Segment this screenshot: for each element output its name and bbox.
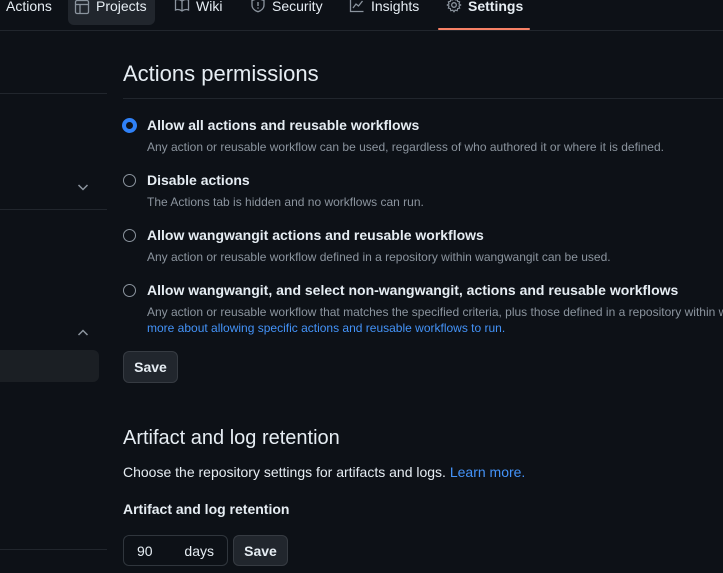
tab-insights-label: Insights: [371, 0, 420, 14]
radio-title: Allow wangwangit actions and reusable wo…: [147, 227, 484, 243]
tab-insights[interactable]: Insights: [349, 0, 419, 30]
tab-actions[interactable]: Actions: [6, 0, 52, 30]
table-icon: [74, 0, 90, 15]
radio-button[interactable]: [123, 284, 136, 297]
chevron-down-icon[interactable]: [76, 180, 90, 194]
tab-projects[interactable]: Projects: [68, 0, 155, 25]
sidebar-divider: [0, 549, 107, 550]
radio-description: Any action or reusable workflow defined …: [147, 250, 611, 264]
radio-button[interactable]: [123, 229, 136, 242]
chevron-up-icon[interactable]: [76, 326, 90, 340]
radio-allow-owner[interactable]: Allow wangwangit actions and reusable wo…: [123, 227, 723, 267]
radio-title: Allow all actions and reusable workflows: [147, 117, 420, 133]
save-retention-button[interactable]: Save: [233, 535, 288, 566]
tab-wiki[interactable]: Wiki: [174, 0, 222, 30]
repo-nav: Actions Projects Wiki Security Insights …: [0, 0, 723, 31]
gear-icon: [446, 0, 462, 13]
sidebar-item-selected[interactable]: [0, 350, 99, 382]
book-icon: [174, 0, 190, 12]
graph-icon: [349, 0, 364, 13]
tab-security-label: Security: [272, 0, 323, 14]
radio-disable-actions[interactable]: Disable actions The Actions tab is hidde…: [123, 172, 723, 212]
radio-allow-all[interactable]: Allow all actions and reusable workflows…: [122, 117, 723, 157]
sidebar-divider: [0, 93, 107, 94]
radio-description: The Actions tab is hidden and no workflo…: [147, 195, 424, 209]
retention-days-value[interactable]: 90: [137, 543, 153, 559]
tab-actions-label: Actions: [6, 0, 52, 14]
retention-days-unit: days: [184, 543, 214, 559]
retention-field-label: Artifact and log retention: [123, 501, 290, 517]
retention-heading: Artifact and log retention: [123, 427, 340, 449]
tab-projects-label: Projects: [96, 0, 147, 14]
heading-divider: [123, 98, 723, 99]
learn-more-link[interactable]: more about allowing specific actions and…: [147, 321, 505, 335]
selected-tab-indicator: [438, 28, 530, 30]
radio-title: Disable actions: [147, 172, 250, 188]
tab-settings-label: Settings: [468, 0, 524, 14]
radio-description: Any action or reusable workflow that mat…: [147, 305, 723, 319]
radio-button-checked[interactable]: [122, 118, 137, 133]
tab-settings[interactable]: Settings: [446, 0, 523, 30]
sidebar-divider: [0, 209, 107, 210]
save-permissions-button[interactable]: Save: [123, 351, 178, 383]
retention-days-input[interactable]: 90 days: [123, 535, 228, 566]
learn-more-link[interactable]: Learn more.: [450, 464, 525, 480]
tab-security[interactable]: Security: [250, 0, 323, 30]
permissions-heading: Actions permissions: [123, 61, 319, 86]
retention-description-text: Choose the repository settings for artif…: [123, 464, 446, 480]
radio-title: Allow wangwangit, and select non-wangwan…: [147, 282, 679, 298]
radio-allow-select[interactable]: Allow wangwangit, and select non-wangwan…: [123, 282, 723, 338]
radio-description: Any action or reusable workflow can be u…: [147, 140, 664, 154]
shield-icon: [251, 0, 265, 13]
tab-wiki-label: Wiki: [196, 0, 223, 14]
retention-description: Choose the repository settings for artif…: [123, 464, 525, 480]
radio-button[interactable]: [123, 174, 136, 187]
